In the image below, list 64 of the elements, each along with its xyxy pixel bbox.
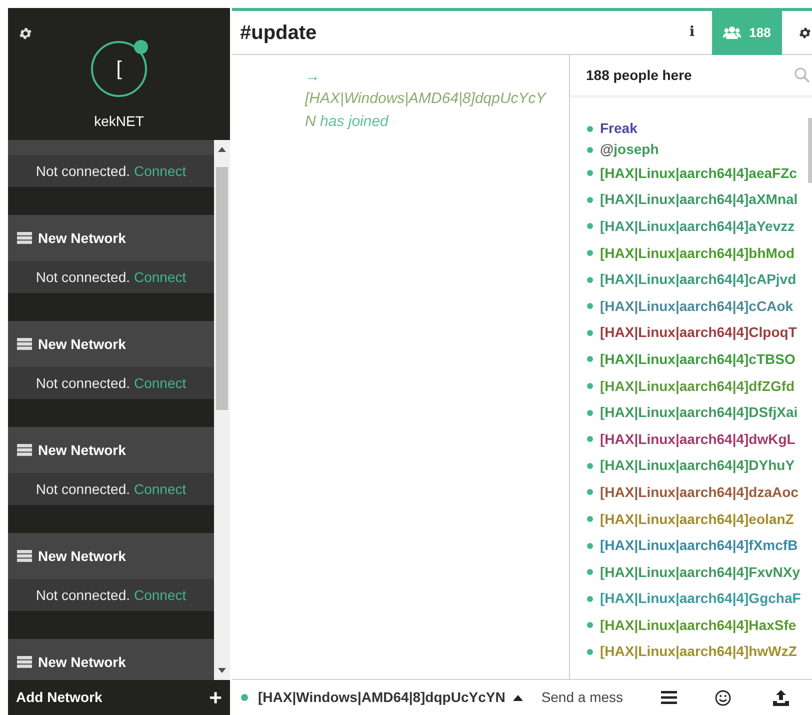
user-name[interactable]: [HAX|Linux|aarch64|4]bhMod xyxy=(600,242,795,264)
user-name[interactable]: [HAX|Linux|aarch64|4]GgchaF xyxy=(600,588,801,610)
caret-up-icon xyxy=(513,694,524,700)
settings-icon[interactable] xyxy=(798,26,812,40)
server-icon xyxy=(17,444,32,456)
network-header[interactable]: New Network xyxy=(8,427,214,473)
channel-title: #update xyxy=(239,20,318,46)
user-name[interactable]: [HAX|Linux|aarch64|4]dwKgL xyxy=(600,428,796,450)
user-name[interactable]: [HAX|Linux|aarch64|4]DSfjXai xyxy=(600,402,798,424)
members-button[interactable]: 188 xyxy=(712,10,782,54)
network-header[interactable]: New Network xyxy=(8,321,214,367)
user-name[interactable]: [HAX|Linux|aarch64|4]cCAok xyxy=(600,296,794,317)
network-header[interactable]: New Network xyxy=(8,639,214,680)
join-message: [HAX|Windows|AMD64|8]dqpUcYcYN has joined xyxy=(305,89,548,132)
connect-link[interactable]: Connect xyxy=(134,266,186,288)
user-name[interactable]: [HAX|Linux|aarch64|4]eolanZ xyxy=(600,508,794,530)
user-name[interactable]: [HAX|Linux|aarch64|4]DYhuY xyxy=(600,455,795,476)
scroll-down-icon[interactable] xyxy=(218,668,226,673)
user-name[interactable]: [HAX|Linux|aarch64|4]cAPjvd xyxy=(600,269,796,290)
server-icon xyxy=(17,232,32,244)
join-arrow: → xyxy=(305,67,321,87)
user-name[interactable]: [HAX|Linux|aarch64|4]hwWzZ xyxy=(600,641,797,662)
network-header[interactable]: New Network xyxy=(8,215,214,261)
user-name[interactable]: [HAX|Linux|aarch64|4]dzaAoc xyxy=(600,482,798,503)
add-network-button[interactable]: Add Network + xyxy=(8,680,230,715)
info-button[interactable]: i xyxy=(672,10,712,54)
user-name[interactable]: [HAX|Linux|aarch64|4]ClpoqT xyxy=(600,322,797,344)
scroll-up-icon[interactable] xyxy=(218,147,226,152)
status-text: Not connected. xyxy=(36,268,130,286)
message-input[interactable]: Send a mess xyxy=(541,687,642,708)
user-name[interactable]: [HAX|Linux|aarch64|4]FxvNXy xyxy=(600,562,800,583)
user-name[interactable]: [HAX|Linux|aarch64|4]aeaFZc xyxy=(600,162,797,184)
status-text: Not connected. xyxy=(36,480,130,498)
user-name[interactable]: [HAX|Linux|aarch64|4]fXmcfB xyxy=(600,535,798,556)
status-text: Not connected. xyxy=(36,162,130,180)
status-text: Not connected. xyxy=(36,374,130,392)
smiley-icon[interactable] xyxy=(715,690,732,706)
user-name[interactable]: @joseph xyxy=(600,139,659,160)
server-icon xyxy=(17,656,32,668)
users-icon xyxy=(723,26,742,39)
network-header[interactable]: New Network xyxy=(8,533,214,579)
userlist-header: 188 people here xyxy=(585,66,693,85)
user-name[interactable]: [HAX|Linux|aarch64|4]aXMnal xyxy=(600,189,798,210)
status-text: Not connected. xyxy=(36,586,130,604)
user-name[interactable]: [HAX|Linux|aarch64|4]HaxSfe xyxy=(600,614,796,636)
connect-link[interactable]: Connect xyxy=(134,160,186,182)
scrollbar-thumb[interactable] xyxy=(216,167,228,410)
avatar-letter: [ xyxy=(116,57,122,82)
user-name[interactable]: Freak xyxy=(600,118,638,139)
upload-icon[interactable] xyxy=(773,690,790,706)
scrollbar-thumb[interactable] xyxy=(808,118,812,183)
server-icon xyxy=(17,550,32,562)
connect-link[interactable]: Connect xyxy=(134,584,186,606)
connect-link[interactable]: Connect xyxy=(134,372,186,394)
user-name[interactable]: [HAX|Linux|aarch64|4]cTBSO xyxy=(600,348,796,370)
user-name[interactable]: [HAX|Linux|aarch64|4]dfZGfd xyxy=(600,376,795,397)
user-name[interactable]: [HAX|Linux|aarch64|4]aYevzz xyxy=(600,216,795,237)
settings-icon[interactable] xyxy=(18,26,33,41)
menu-icon[interactable] xyxy=(661,691,678,704)
connect-link[interactable]: Connect xyxy=(134,478,186,500)
server-icon xyxy=(17,338,32,350)
scrollbar[interactable] xyxy=(214,140,230,680)
network-title: kekNET xyxy=(94,112,144,131)
nick-button[interactable]: [HAX|Windows|AMD64|8]dqpUcYcYN xyxy=(232,680,532,715)
